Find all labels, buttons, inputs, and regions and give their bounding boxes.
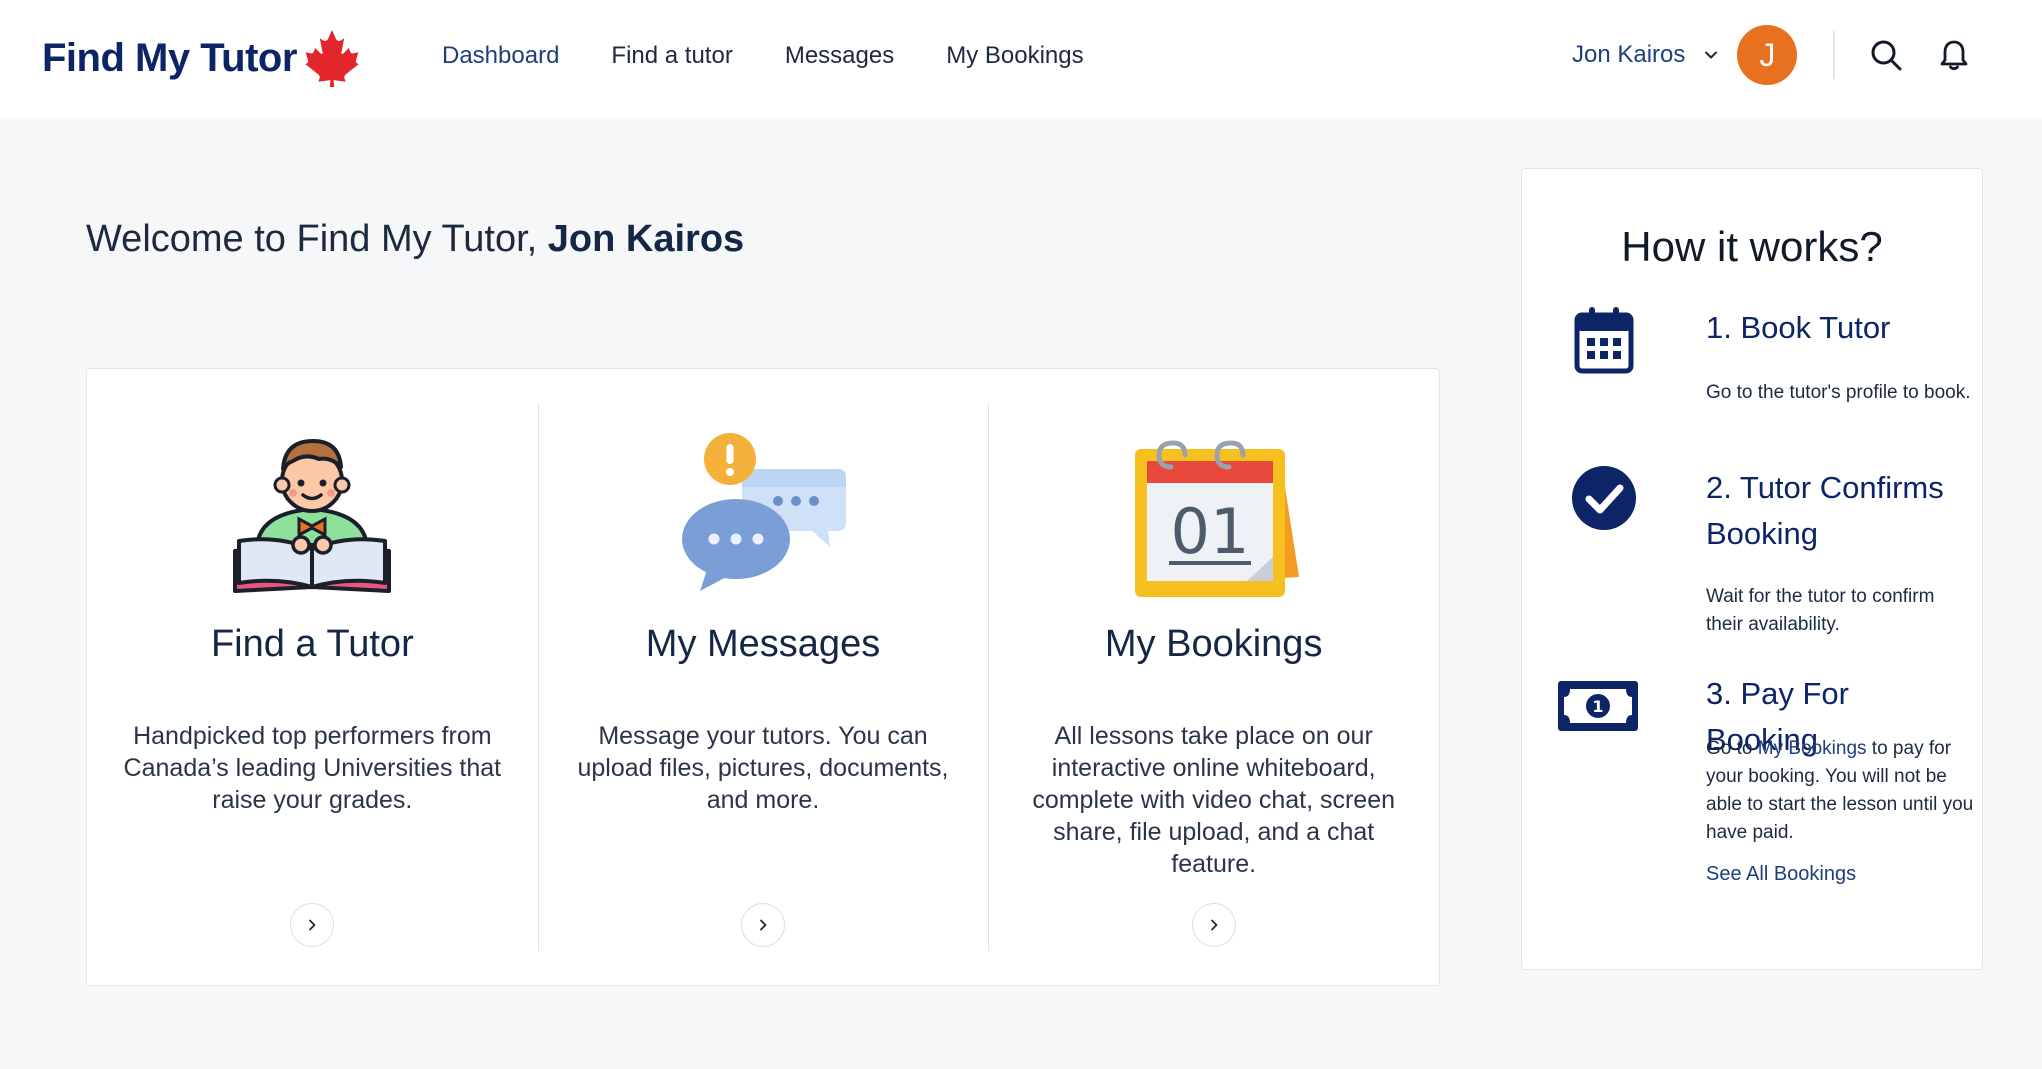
step-description: Wait for the tutor to confirm their avai… — [1706, 586, 1935, 635]
welcome-prefix: Welcome to Find My Tutor, — [86, 218, 548, 260]
bookings-arrow-button[interactable] — [1191, 903, 1236, 947]
nav-dashboard[interactable]: Dashboard — [442, 42, 559, 70]
brand-name: Find My Tutor — [42, 35, 297, 80]
card-description: All lessons take place on our interactiv… — [1032, 722, 1396, 878]
step-title: 1. Book Tutor — [1706, 310, 1891, 345]
step-icon-wrap — [1564, 305, 1644, 375]
bill-number: 1 — [1592, 697, 1603, 716]
find-tutor-arrow-button[interactable] — [290, 903, 335, 947]
nav-messages[interactable]: Messages — [785, 42, 894, 70]
chevron-right-icon — [1210, 919, 1218, 931]
card-description: Handpicked top performers from Canada’s … — [123, 722, 502, 814]
bell-icon[interactable] — [1937, 38, 1971, 72]
top-navbar: Find My Tutor Dashboard Find a tutor Mes… — [0, 0, 2042, 118]
messages-arrow-button[interactable] — [741, 903, 785, 947]
main-nav: Dashboard Find a tutor Messages My Booki… — [442, 36, 1084, 76]
calendar-day: 01 — [1170, 495, 1249, 568]
user-menu-name[interactable]: Jon Kairos — [1572, 41, 1685, 69]
welcome-heading: Welcome to Find My Tutor, Jon Kairos — [86, 218, 744, 261]
card-title: My Bookings — [1104, 623, 1323, 665]
card-find-a-tutor[interactable]: Find a Tutor Handpicked top performers f… — [87, 369, 538, 985]
money-bill-icon: 1 — [1558, 681, 1638, 731]
chevron-right-icon — [760, 919, 767, 931]
header-divider — [1833, 31, 1836, 79]
card-description: Message your tutors. You can upload file… — [577, 722, 949, 814]
step-icon-wrap: 1 — [1552, 671, 1644, 741]
card-my-bookings[interactable]: 01 My Bookings All lessons take place on… — [988, 369, 1439, 985]
chevron-right-icon — [309, 919, 316, 931]
card-my-messages[interactable]: My Messages Message your tutors. You can… — [537, 369, 989, 985]
step-desc-prefix: Go to — [1706, 738, 1758, 759]
step-description: Go to My Bookings to pay for your bookin… — [1706, 735, 1976, 847]
brand-logo[interactable]: Find My Tutor — [42, 30, 359, 87]
card-title: Find a Tutor — [210, 623, 414, 665]
feature-cards: Find a Tutor Handpicked top performers f… — [86, 368, 1440, 986]
step-icon-wrap — [1564, 465, 1644, 535]
step-title: 2. Tutor Confirms Booking — [1706, 470, 1944, 551]
calendar-icon: 01 — [1134, 440, 1299, 597]
nav-find-a-tutor[interactable]: Find a tutor — [611, 42, 732, 70]
see-all-bookings-link[interactable]: See All Bookings — [1706, 863, 1856, 886]
chevron-down-icon[interactable] — [1703, 47, 1719, 63]
card-title: My Messages — [645, 623, 881, 665]
chat-bubbles-icon — [682, 433, 846, 591]
my-bookings-link[interactable]: My Bookings — [1758, 738, 1867, 759]
step-description: Go to the tutor's profile to book. — [1706, 382, 1971, 403]
student-reading-icon — [233, 439, 392, 593]
maple-leaf-icon — [305, 30, 359, 87]
how-it-works-panel: How it works? 1. Book Tutor Go to the tu… — [1521, 168, 1983, 970]
search-icon[interactable] — [1869, 38, 1903, 72]
user-area: Jon Kairos J — [1572, 24, 1971, 86]
avatar[interactable]: J — [1737, 25, 1798, 85]
how-it-works-title: How it works? — [1621, 223, 1883, 270]
welcome-user-name: Jon Kairos — [547, 218, 745, 260]
calendar-icon — [1574, 307, 1634, 374]
nav-my-bookings[interactable]: My Bookings — [946, 42, 1083, 70]
check-circle-icon — [1572, 466, 1636, 530]
